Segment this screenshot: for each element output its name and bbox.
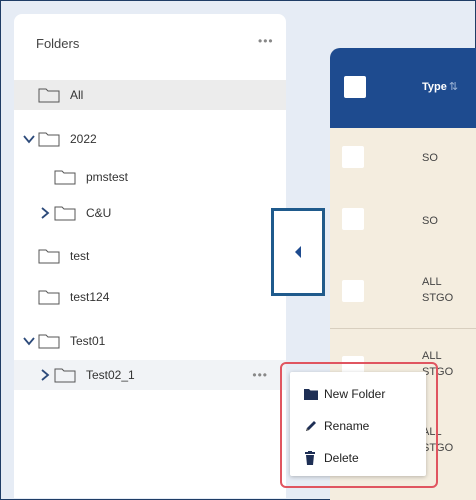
menu-item-new-folder[interactable]: New Folder (304, 382, 385, 406)
folder-icon (38, 333, 60, 349)
table-row[interactable]: ALL STGO (330, 252, 476, 328)
chevron-down-icon[interactable] (22, 132, 36, 146)
folder-icon (304, 387, 318, 401)
column-header-type[interactable]: Type ⇅ (422, 80, 458, 93)
folder-label: pmstest (86, 170, 129, 184)
trash-icon (304, 451, 318, 465)
menu-item-label: Delete (324, 451, 359, 465)
menu-item-label: Rename (324, 419, 370, 433)
collapse-panel-button[interactable] (271, 208, 325, 296)
folder-label: test124 (70, 290, 110, 304)
folder-label: test (70, 249, 90, 263)
chevron-right-icon[interactable] (38, 206, 52, 220)
row-divider (330, 328, 476, 329)
row-menu-button[interactable]: ••• (252, 368, 268, 382)
folder-icon (38, 248, 60, 264)
chevron-down-icon[interactable] (22, 334, 36, 348)
caret-left-icon (295, 246, 301, 258)
context-menu-highlight: New Folder Rename Delete (280, 362, 438, 488)
folder-row-test01[interactable]: Test01 (14, 326, 286, 356)
folders-menu-button[interactable]: ••• (258, 34, 274, 48)
context-menu: New Folder Rename Delete (290, 372, 426, 476)
folders-title: Folders (36, 36, 80, 51)
menu-item-rename[interactable]: Rename (304, 414, 369, 438)
folder-icon (54, 169, 76, 185)
folder-row-test124[interactable]: test124 (14, 282, 286, 312)
row-checkbox[interactable] (342, 208, 364, 230)
folder-label: All (70, 88, 84, 102)
folder-label: C&U (86, 206, 112, 220)
folder-row-cu[interactable]: C&U (14, 198, 286, 228)
folder-row-test02-1[interactable]: Test02_1 ••• (14, 360, 286, 390)
cell-type-line: ALL (422, 350, 442, 362)
folder-icon (54, 205, 76, 221)
table-row[interactable]: SO (330, 188, 476, 248)
folder-row-pmstest[interactable]: pmstest (14, 162, 286, 192)
table-row[interactable]: SO (330, 128, 476, 186)
folder-icon (38, 87, 60, 103)
menu-item-delete[interactable]: Delete (304, 446, 359, 470)
folder-label: Test02_1 (86, 368, 135, 382)
cell-type-line: ALL (422, 276, 442, 288)
folder-icon (38, 289, 60, 305)
sort-icon[interactable]: ⇅ (449, 81, 458, 93)
table-header: Type ⇅ (330, 48, 476, 128)
cell-type-line: STGO (422, 292, 454, 304)
folder-row-all[interactable]: All (14, 80, 286, 110)
row-checkbox[interactable] (342, 146, 364, 168)
pencil-icon (304, 419, 318, 433)
menu-item-label: New Folder (324, 387, 386, 401)
row-checkbox[interactable] (342, 280, 364, 302)
folders-panel: Folders ••• All 2022 pmstest C&U test te… (14, 14, 286, 498)
folder-row-test[interactable]: test (14, 241, 286, 271)
chevron-right-icon[interactable] (38, 368, 52, 382)
cell-type: SO (422, 215, 438, 227)
cell-type: SO (422, 152, 438, 164)
folder-label: 2022 (70, 132, 97, 146)
folder-icon (38, 131, 60, 147)
folder-label: Test01 (70, 334, 106, 348)
column-header-label: Type (422, 81, 447, 93)
folder-row-2022[interactable]: 2022 (14, 124, 286, 154)
cell-type: ALL STGO (422, 274, 453, 306)
folder-icon (54, 367, 76, 383)
select-all-checkbox[interactable] (344, 76, 366, 98)
